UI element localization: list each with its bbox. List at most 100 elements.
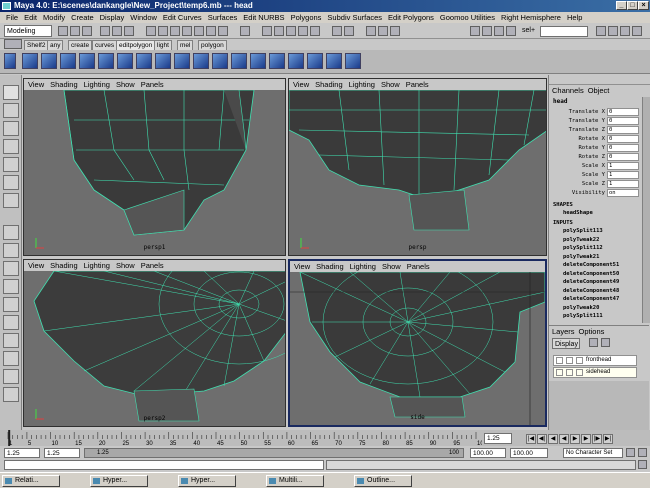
- step-back-key-icon[interactable]: ◀|: [537, 434, 547, 444]
- vp-menu-lighting[interactable]: Lighting: [349, 79, 375, 90]
- viewport-canvas[interactable]: persp1: [24, 89, 285, 255]
- task-hypergraph-1[interactable]: Hyper...: [90, 475, 148, 487]
- vp-menu-panels[interactable]: Panels: [141, 79, 164, 90]
- vp-menu-view[interactable]: View: [28, 79, 44, 90]
- hypershade-icon[interactable]: [470, 26, 480, 36]
- attribute-row[interactable]: Scale X1: [551, 162, 639, 170]
- menu-edit-polygons[interactable]: Edit Polygons: [388, 12, 434, 23]
- vp-menu-show[interactable]: Show: [381, 79, 400, 90]
- attribute-row[interactable]: Rotate Y0: [551, 144, 639, 152]
- layout-hypershade-icon[interactable]: [3, 297, 19, 312]
- attribute-value-field[interactable]: 0: [607, 144, 639, 152]
- shelf-tab-create[interactable]: create: [68, 40, 93, 50]
- command-input[interactable]: [4, 460, 324, 470]
- template-toggle-icon[interactable]: [566, 357, 573, 364]
- menu-edit-nurbs[interactable]: Edit NURBS: [243, 12, 284, 23]
- snap-point-icon[interactable]: [286, 26, 296, 36]
- mask-deform-icon[interactable]: [194, 26, 204, 36]
- attribute-value-field[interactable]: 0: [607, 108, 639, 116]
- new-layer-icon[interactable]: [589, 338, 598, 347]
- step-forward-frame-icon[interactable]: ▶: [581, 434, 591, 444]
- input-node[interactable]: deleteComponent48: [563, 287, 619, 295]
- construction-history-icon[interactable]: [344, 26, 354, 36]
- snap-grid-icon[interactable]: [262, 26, 272, 36]
- task-multilister[interactable]: Multili...: [266, 475, 324, 487]
- attribute-value-field[interactable]: 1: [607, 180, 639, 188]
- script-editor-icon[interactable]: [638, 460, 647, 469]
- task-outliner[interactable]: Outline...: [354, 475, 412, 487]
- snap-curve-icon[interactable]: [274, 26, 284, 36]
- vp-menu-shading[interactable]: Shading: [316, 261, 344, 272]
- shelf-tab-editpolygon[interactable]: editpolygon: [116, 40, 156, 50]
- manipulator-tool-icon[interactable]: [3, 175, 19, 190]
- attribute-row[interactable]: Translate Z0: [551, 126, 639, 134]
- toggle-toolbox-icon[interactable]: [596, 26, 606, 36]
- subdivide-icon[interactable]: [136, 53, 152, 69]
- extract-icon[interactable]: [288, 53, 304, 69]
- visibility-toggle-icon[interactable]: [556, 357, 563, 364]
- select-hierarchy-icon[interactable]: [100, 26, 110, 36]
- layout-persp-outliner-icon[interactable]: [3, 261, 19, 276]
- play-backward-icon[interactable]: ◀: [559, 434, 569, 444]
- ipr-render-icon[interactable]: [378, 26, 388, 36]
- step-back-frame-icon[interactable]: ◀: [548, 434, 558, 444]
- vp-menu-shading[interactable]: Shading: [315, 79, 343, 90]
- wedge-faces-icon[interactable]: [250, 53, 266, 69]
- open-scene-icon[interactable]: [70, 26, 80, 36]
- triangulate-icon[interactable]: [326, 53, 342, 69]
- mask-render-icon[interactable]: [218, 26, 228, 36]
- vp-menu-view[interactable]: View: [293, 79, 309, 90]
- input-node[interactable]: polyTweak20: [563, 304, 599, 312]
- extrude-face-icon[interactable]: [41, 53, 57, 69]
- four-view-icon[interactable]: [3, 243, 19, 258]
- attribute-value-field[interactable]: 0: [607, 153, 639, 161]
- viewport-bottom-left[interactable]: View Shading Lighting Show Panels persp2: [23, 259, 286, 427]
- vp-menu-panels[interactable]: Panels: [407, 261, 430, 272]
- menu-edit-curves[interactable]: Edit Curves: [163, 12, 202, 23]
- poke-face-icon[interactable]: [307, 53, 323, 69]
- attribute-row[interactable]: Scale Y1: [551, 171, 639, 179]
- viewport-top-right[interactable]: View Shading Lighting Show Panels persp: [288, 78, 547, 256]
- layer-row-fronthead[interactable]: fronthead: [553, 355, 637, 366]
- shelf-menu-icon[interactable]: [4, 39, 22, 49]
- input-node[interactable]: polySplit112: [563, 244, 603, 252]
- batch-render-icon[interactable]: [494, 26, 504, 36]
- layout-custom2-icon[interactable]: [3, 333, 19, 348]
- make-live-icon[interactable]: [310, 26, 320, 36]
- mask-surface-icon[interactable]: [182, 26, 192, 36]
- select-tool-icon[interactable]: [3, 85, 19, 100]
- attribute-row[interactable]: Rotate Z0: [551, 153, 639, 161]
- single-view-icon[interactable]: [3, 225, 19, 240]
- maximize-button[interactable]: □: [627, 1, 638, 10]
- layer-row-sidehead[interactable]: sidehead: [553, 367, 637, 378]
- current-frame-field[interactable]: 1.25: [484, 433, 512, 444]
- go-to-end-icon[interactable]: ▶|: [603, 434, 613, 444]
- attribute-row[interactable]: Rotate X0: [551, 135, 639, 143]
- attribute-row[interactable]: Scale Z1: [551, 180, 639, 188]
- attribute-value-field[interactable]: 0: [607, 135, 639, 143]
- menu-options[interactable]: Options: [579, 326, 605, 337]
- snap-view-icon[interactable]: [298, 26, 308, 36]
- layout-persp-graph-icon[interactable]: [3, 279, 19, 294]
- layout-custom3-icon[interactable]: [3, 351, 19, 366]
- extrude-edge-icon[interactable]: [60, 53, 76, 69]
- template-toggle-icon[interactable]: [566, 369, 573, 376]
- go-to-start-icon[interactable]: |◀: [526, 434, 536, 444]
- select-component-icon[interactable]: [124, 26, 134, 36]
- vp-menu-shading[interactable]: Shading: [50, 79, 78, 90]
- layout-custom4-icon[interactable]: [3, 369, 19, 384]
- shape-node[interactable]: headShape: [563, 209, 593, 217]
- menu-display[interactable]: Display: [100, 12, 125, 23]
- mask-curve-icon[interactable]: [170, 26, 180, 36]
- vp-menu-show[interactable]: Show: [116, 260, 135, 271]
- task-relationship-editor[interactable]: Relati...: [2, 475, 60, 487]
- attribute-value-field[interactable]: 0: [607, 126, 639, 134]
- render-icon[interactable]: [366, 26, 376, 36]
- history-icon[interactable]: [332, 26, 342, 36]
- render-globals-icon[interactable]: [390, 26, 400, 36]
- shelf-tab-light[interactable]: light: [154, 40, 172, 50]
- start-time-field[interactable]: 1.25: [4, 448, 40, 458]
- mask-joint-icon[interactable]: [158, 26, 168, 36]
- duplicate-face-icon[interactable]: [269, 53, 285, 69]
- cut-faces-icon[interactable]: [231, 53, 247, 69]
